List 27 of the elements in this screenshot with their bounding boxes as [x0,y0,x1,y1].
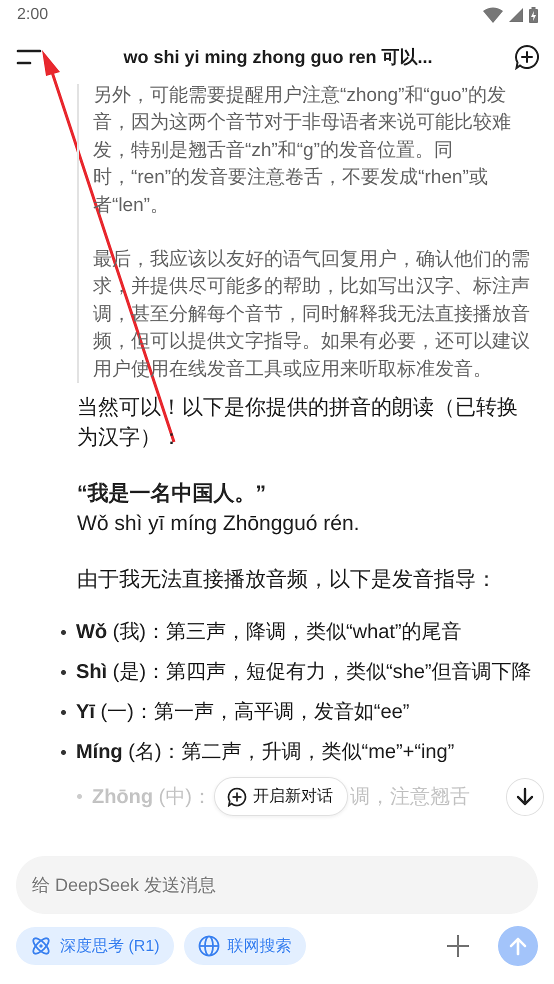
signal-icon [509,8,523,22]
quoted-sentence: “我是一名中国人。” [77,481,267,508]
arrow-down-icon [516,786,534,807]
message-input[interactable]: 给 DeepSeek 发送消息 [16,856,538,914]
arrow-up-icon [509,936,527,956]
wifi-icon [483,7,503,23]
mode-chip[interactable]: 联网搜索 [184,927,306,965]
bullet-text: Zhōng (中)： [92,784,212,810]
pinyin-line: Wǒ shì yī míng Zhōngguó rén. [77,511,360,538]
chat-plus-icon [514,44,540,70]
bullet-text: Wǒ (我)：第三声，降调，类似“what”的尾音 [76,620,462,646]
globe-icon [198,935,220,957]
mode-chip[interactable]: 深度思考 (R1) [16,927,174,965]
answer-paragraph: 由于我无法直接播放音频，以下是发音指导： [77,567,498,594]
chat-title: wo shi yi ming zhong guo ren 可以... [124,46,432,69]
bullet-text: 调，注意翘舌 [350,784,471,810]
bullet-text: Míng (名)：第二声，升调，类似“me”+“ing” [76,740,454,766]
atom-icon [30,935,52,957]
new-chat-button[interactable]: 开启新对话 [214,777,348,816]
status-time: 2:00 [17,6,48,24]
menu-icon [16,48,42,66]
bullet-text: Shì (是)：第四声，短促有力，类似“she”但音调下降 [76,660,532,686]
bullet-text: Yī (一)：第一声，高平调，发音如“ee” [76,700,410,726]
scroll-down-button[interactable] [506,778,544,816]
battery-icon [529,7,538,23]
plus-icon [446,934,470,958]
chat-plus-icon [226,786,247,807]
